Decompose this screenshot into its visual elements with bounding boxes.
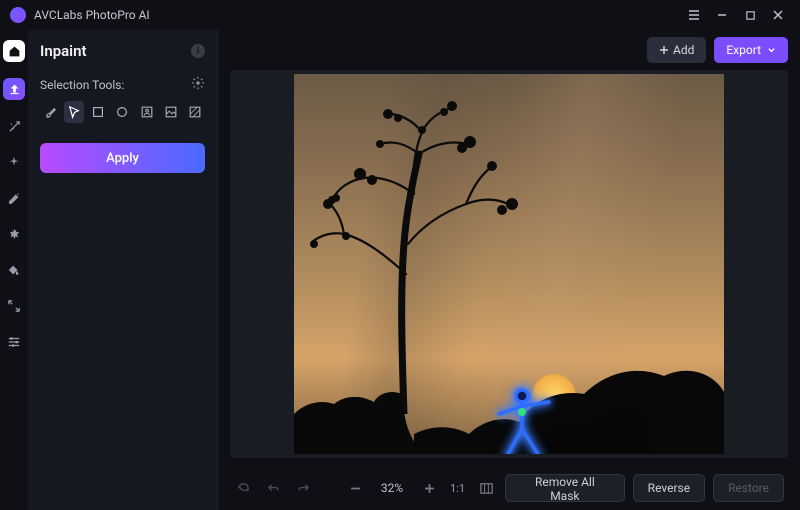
add-button[interactable]: Add xyxy=(647,37,706,63)
masked-person-overlay xyxy=(489,384,559,454)
info-icon[interactable]: i xyxy=(191,44,205,58)
zoom-in-icon[interactable] xyxy=(420,479,438,497)
undo-icon xyxy=(264,479,282,497)
rectangle-tool-icon[interactable] xyxy=(88,101,108,123)
selection-tool-row xyxy=(40,101,205,123)
subject-tool-icon[interactable] xyxy=(137,101,157,123)
chevron-down-icon xyxy=(767,46,776,55)
top-toolbar: Add Export xyxy=(218,30,800,70)
brush-tool-icon[interactable] xyxy=(40,101,60,123)
ellipse-tool-icon[interactable] xyxy=(112,101,132,123)
gear-icon[interactable] xyxy=(191,76,205,93)
retouch-icon[interactable] xyxy=(4,188,24,208)
fit-1to1-icon[interactable]: 1:1 xyxy=(450,479,465,497)
zoom-out-icon[interactable] xyxy=(346,479,364,497)
fill-icon[interactable] xyxy=(4,260,24,280)
canvas-image[interactable] xyxy=(294,74,724,454)
restore-button: Restore xyxy=(713,474,784,502)
reverse-button[interactable]: Reverse xyxy=(633,474,705,502)
fit-screen-icon[interactable] xyxy=(477,479,495,497)
app-title: AVCLabs PhotoPro AI xyxy=(34,8,150,22)
sparkle-icon[interactable] xyxy=(4,152,24,172)
expand-icon[interactable] xyxy=(4,296,24,316)
lasso-tool-icon[interactable] xyxy=(64,101,84,123)
maximize-button[interactable] xyxy=(738,3,762,27)
add-button-label: Add xyxy=(673,43,694,57)
export-button[interactable]: Export xyxy=(714,37,788,63)
close-button[interactable] xyxy=(766,3,790,27)
selection-tools-label: Selection Tools: xyxy=(40,78,124,92)
remove-all-mask-button[interactable]: Remove All Mask xyxy=(505,474,625,502)
redo-icon xyxy=(294,479,312,497)
title-bar: AVCLabs PhotoPro AI xyxy=(0,0,800,30)
nav-rail xyxy=(0,30,28,510)
panel-title: Inpaint xyxy=(40,42,87,60)
minimize-button[interactable] xyxy=(710,3,734,27)
menu-icon[interactable] xyxy=(682,3,706,27)
swap-icon[interactable] xyxy=(4,224,24,244)
apply-button[interactable]: Apply xyxy=(40,143,205,173)
canvas-wrap xyxy=(230,70,788,458)
home-icon[interactable] xyxy=(3,40,25,62)
zoom-level: 32% xyxy=(376,481,408,495)
upload-icon[interactable] xyxy=(3,78,25,100)
sliders-icon[interactable] xyxy=(4,332,24,352)
refresh-icon xyxy=(234,479,252,497)
export-button-label: Export xyxy=(726,43,761,57)
magic-wand-icon[interactable] xyxy=(4,116,24,136)
app-logo-icon xyxy=(10,7,26,23)
plus-icon xyxy=(659,45,669,55)
threshold-tool-icon[interactable] xyxy=(185,101,205,123)
left-panel: Inpaint i Selection Tools: Apply xyxy=(28,30,218,510)
bottom-toolbar: 32% 1:1 Remove All Mask Reverse Restore xyxy=(218,466,800,510)
background-tool-icon[interactable] xyxy=(161,101,181,123)
main-area: Add Export xyxy=(218,30,800,510)
